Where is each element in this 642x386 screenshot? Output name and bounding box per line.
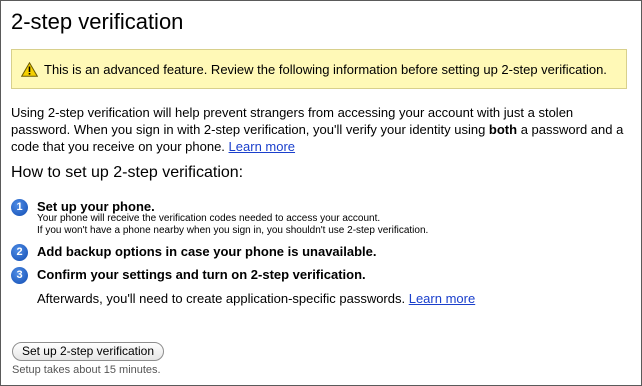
step-description: Your phone will receive the verification… [37,213,381,224]
afterwards-label: Afterwards, you'll need to create applic… [37,291,409,306]
section-heading: How to set up 2-step verification: [11,164,244,181]
step-title: Add backup options in case your phone is… [37,244,377,259]
step-number-badge: 3 [11,267,28,284]
setup-time-note: Setup takes about 15 minutes. [12,364,161,376]
warning-banner: This is an advanced feature. Review the … [11,49,627,89]
step-title: Confirm your settings and turn on 2-step… [37,267,366,282]
intro-bold-text: both [488,122,518,137]
afterwards-learn-more-link[interactable]: Learn more [409,291,475,306]
warning-icon [21,62,38,77]
page-frame: 2-step verification This is an advanced … [0,0,642,386]
step-number-badge: 1 [11,199,28,216]
page-title: 2-step verification [11,9,184,34]
setup-2-step-button[interactable]: Set up 2-step verification [12,342,164,361]
step-title: Set up your phone. [37,199,155,214]
intro-paragraph: Using 2-step verification will help prev… [11,104,633,155]
step-description: If you won't have a phone nearby when yo… [37,225,429,236]
intro-learn-more-link[interactable]: Learn more [229,139,295,154]
afterwards-text: Afterwards, you'll need to create applic… [37,291,475,306]
warning-text: This is an advanced feature. Review the … [44,62,607,77]
step-number-badge: 2 [11,244,28,261]
